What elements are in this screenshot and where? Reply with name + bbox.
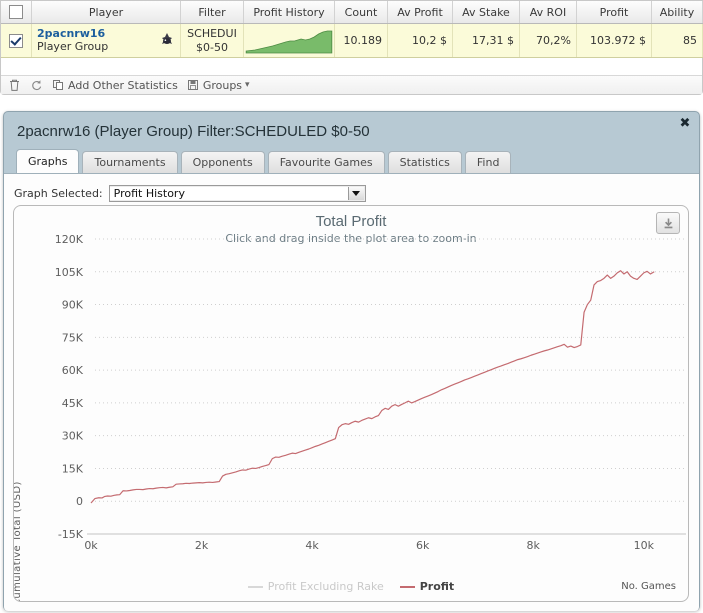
save-icon: [187, 80, 198, 90]
table-row[interactable]: 2pacnrw16 Player Group SCHEDUI $0-50 10.…: [1, 23, 703, 58]
refresh-icon[interactable]: [30, 78, 43, 92]
chart-card: Total Profit Click and drag inside the p…: [13, 205, 689, 602]
svg-text:120K: 120K: [55, 233, 84, 246]
svg-text:60K: 60K: [62, 364, 84, 377]
filter-line-1: SCHEDUI: [187, 26, 237, 40]
column-header-count[interactable]: Count: [334, 1, 388, 24]
select-all-checkbox[interactable]: [9, 5, 23, 19]
filter-line-2: $0-50: [196, 40, 228, 54]
statistics-grid-panel: Player Filter Profit History Count Av Pr…: [0, 0, 703, 95]
svg-text:15K: 15K: [62, 462, 84, 475]
svg-text:30K: 30K: [62, 430, 84, 443]
groups-label: Groups: [202, 78, 243, 92]
svg-text:10k: 10k: [634, 539, 655, 552]
trash-icon[interactable]: [8, 78, 21, 92]
player-name: 2pacnrw16: [37, 27, 106, 40]
groups-dropdown-button[interactable]: Groups ▾: [187, 78, 250, 92]
column-header-av-roi[interactable]: Av ROI: [519, 1, 577, 24]
column-header-player[interactable]: Player: [31, 1, 181, 24]
svg-text:75K: 75K: [62, 331, 84, 344]
cell-profit-history[interactable]: [243, 23, 335, 58]
player-detail-dialog: 2pacnrw16 (Player Group) Filter:SCHEDULE…: [3, 111, 700, 611]
svg-text:2k: 2k: [195, 539, 209, 552]
dialog-body: Graph Selected: Profit History Total Pro…: [4, 173, 699, 611]
cell-av-roi: 70,2%: [519, 23, 577, 58]
legend-item-profit-excluding-rake[interactable]: Profit Excluding Rake: [247, 580, 384, 593]
column-header-av-stake[interactable]: Av Stake: [452, 1, 520, 24]
svg-text:90K: 90K: [62, 299, 84, 312]
tab-statistics[interactable]: Statistics: [387, 151, 462, 173]
grid-toolbar: Add Other Statistics Groups ▾: [1, 75, 702, 94]
row-select-cell[interactable]: [1, 23, 32, 58]
chevron-down-icon[interactable]: [347, 187, 364, 200]
svg-text:6k: 6k: [416, 539, 430, 552]
column-header-profit-history[interactable]: Profit History: [243, 1, 335, 24]
column-header-ability[interactable]: Ability: [651, 1, 703, 24]
svg-text:45K: 45K: [62, 397, 84, 410]
legend-label-profit-excluding-rake: Profit Excluding Rake: [267, 580, 384, 593]
row-checkbox[interactable]: [9, 33, 23, 48]
player-stats-table: Player Filter Profit History Count Av Pr…: [1, 1, 703, 58]
player-subtitle: Player Group: [37, 40, 109, 53]
tab-graphs[interactable]: Graphs: [16, 149, 80, 173]
x-axis-label: No. Games: [621, 581, 676, 592]
profit-history-sparkline: [245, 30, 333, 53]
tab-opponents[interactable]: Opponents: [180, 151, 265, 173]
svg-text:8k: 8k: [527, 539, 541, 552]
cell-filter: SCHEDUI $0-50: [180, 23, 244, 58]
add-other-statistics-label: Add Other Statistics: [68, 78, 178, 92]
legend-label-profit: Profit: [419, 580, 455, 593]
column-header-select[interactable]: [1, 1, 32, 24]
chevron-down-icon: ▾: [245, 80, 250, 90]
column-header-av-profit[interactable]: Av Profit: [387, 1, 453, 24]
cell-ability: 85: [651, 23, 703, 58]
svg-text:0k: 0k: [84, 539, 98, 552]
cell-av-stake: 17,31 $: [452, 23, 520, 58]
svg-text:4k: 4k: [305, 539, 319, 552]
add-other-statistics-button[interactable]: Add Other Statistics: [52, 78, 178, 92]
close-icon[interactable]: ✖: [678, 117, 692, 131]
tab-favourite-games[interactable]: Favourite Games: [267, 151, 385, 173]
graph-select-label: Graph Selected:: [14, 187, 103, 200]
tab-find[interactable]: Find: [464, 151, 512, 173]
copy-icon: [53, 80, 63, 90]
dialog-title: 2pacnrw16 (Player Group) Filter:SCHEDULE…: [17, 123, 370, 140]
graph-select-row: Graph Selected: Profit History: [14, 185, 366, 202]
dialog-tabs: Graphs Tournaments Opponents Favourite G…: [16, 149, 512, 173]
svg-text:0: 0: [76, 495, 83, 508]
shark-icon: [162, 33, 172, 44]
profit-line-chart[interactable]: 120K 105K 90K 75K 60K 45K 30K 15K 0 -15K0k 2k 4k 6k 8…: [14, 206, 689, 602]
tab-tournaments[interactable]: Tournaments: [82, 151, 178, 173]
column-header-profit[interactable]: Profit: [576, 1, 652, 24]
cell-av-profit: 10,2 $: [387, 23, 453, 58]
cell-count: 10.189: [334, 23, 388, 58]
column-header-filter[interactable]: Filter: [180, 1, 244, 24]
legend-item-profit[interactable]: Profit: [399, 580, 455, 593]
svg-text:105K: 105K: [55, 266, 84, 279]
cell-profit: 103.972 $: [576, 23, 652, 58]
cell-player[interactable]: 2pacnrw16 Player Group: [31, 23, 181, 58]
table-header-row: Player Filter Profit History Count Av Pr…: [1, 1, 703, 24]
graph-select-dropdown[interactable]: Profit History: [108, 185, 366, 202]
svg-text:-15K: -15K: [58, 528, 84, 541]
graph-select-value: Profit History: [109, 187, 348, 200]
chart-legend: Profit Excluding Rake Profit: [14, 580, 688, 593]
